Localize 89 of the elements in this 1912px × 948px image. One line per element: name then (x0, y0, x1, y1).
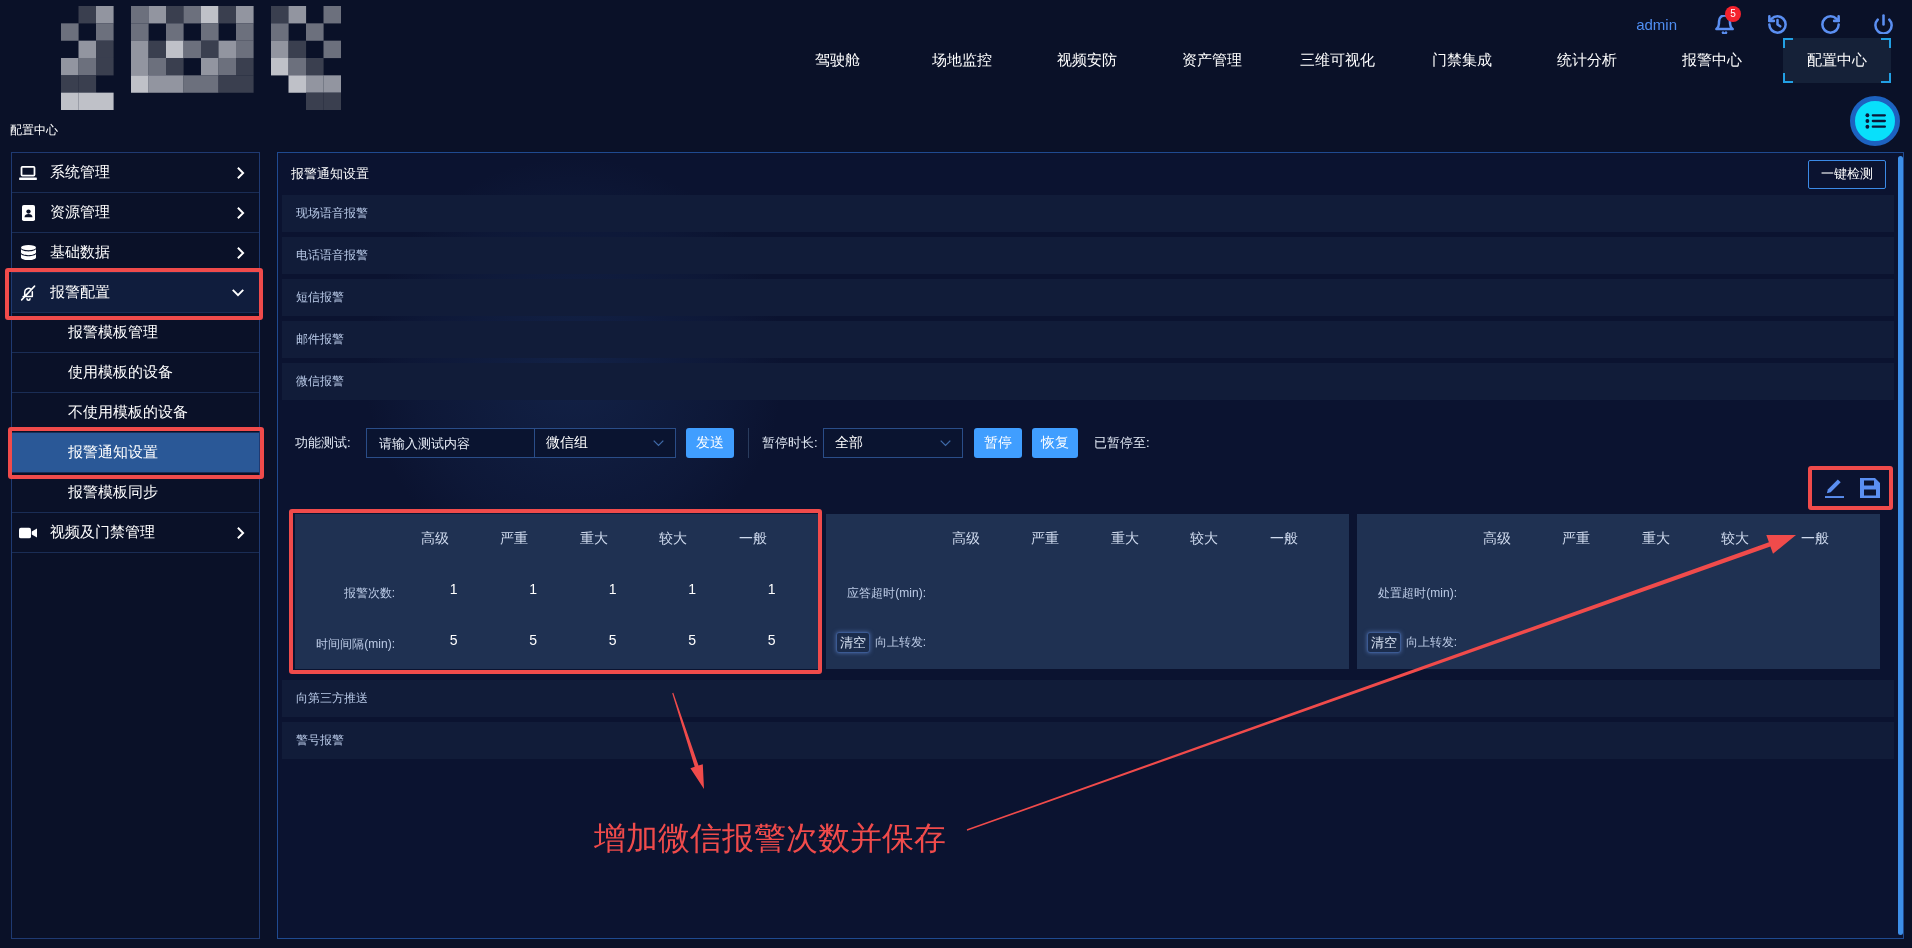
column-header: 重大 (1109, 530, 1140, 548)
row-label: 向上转发: (1405, 634, 1457, 651)
sidebar-subitem[interactable]: 报警通知设置 (12, 433, 259, 473)
nav-tab[interactable]: 场地监控 (908, 38, 1016, 83)
section-header[interactable]: 邮件报警 (282, 321, 1894, 358)
laptop-icon (19, 165, 37, 180)
column-header: 一般 (1268, 530, 1299, 548)
table-cell-text: 1 (687, 581, 698, 597)
row-label: 报警次数: (342, 585, 395, 602)
breadcrumb: 配置中心 (10, 121, 58, 139)
sidebar-item[interactable]: 资源管理 (12, 193, 259, 233)
chevron-right-icon (236, 525, 245, 540)
clear-button[interactable]: 清空 (1366, 632, 1401, 653)
section-header[interactable]: 向第三方推送 (282, 680, 1894, 717)
video-camera-icon (19, 526, 37, 539)
section-header[interactable]: 电话语音报警 (282, 237, 1894, 274)
column-header: 一般 (1799, 530, 1830, 548)
table-cell-text: 1 (766, 581, 777, 597)
clear-button[interactable]: 清空 (835, 632, 870, 653)
test-content-input[interactable]: 请输入测试内容 (366, 428, 535, 458)
field-label: 已暂停至: (1094, 434, 1150, 452)
field-label: 暂停时长: (762, 434, 819, 452)
chevron-down-icon (652, 439, 665, 447)
column-header: 高级 (950, 530, 981, 548)
nav-tab[interactable]: 驾驶舱 (783, 38, 891, 83)
panel-title: 报警通知设置 (291, 165, 369, 183)
power-icon[interactable] (1874, 14, 1893, 34)
column-header: 高级 (1481, 530, 1512, 548)
user-name[interactable]: admin (1636, 15, 1677, 33)
table-cell-text: 1 (528, 581, 539, 597)
floating-menu-button[interactable] (1850, 96, 1900, 146)
nav-tab[interactable]: 三维可视化 (1283, 38, 1391, 83)
section-header[interactable]: 微信报警 (282, 363, 1894, 400)
section-header[interactable]: 短信报警 (282, 279, 1894, 316)
column-header: 一般 (737, 530, 768, 548)
sidebar-subitem[interactable]: 报警模板管理 (12, 313, 259, 353)
edit-icon[interactable] (1825, 478, 1844, 498)
column-header: 较大 (1720, 530, 1751, 548)
section-header[interactable]: 警号报警 (282, 722, 1894, 759)
bell-slash-icon (19, 284, 37, 301)
annotation-note: 增加微信报警次数并保存 (594, 819, 946, 857)
column-header: 严重 (1030, 530, 1061, 548)
table-cell-text: 5 (766, 632, 777, 648)
chevron-down-icon (231, 288, 245, 297)
row-label: 处置超时(min): (1377, 585, 1457, 602)
column-header: 较大 (1189, 530, 1220, 548)
table-cell-text: 1 (607, 581, 618, 597)
history-icon[interactable] (1768, 14, 1787, 34)
nav-tab[interactable]: 视频安防 (1033, 38, 1141, 83)
sidebar-item[interactable]: 视频及门禁管理 (12, 513, 259, 553)
nav-tab[interactable]: 资产管理 (1158, 38, 1266, 83)
save-icon[interactable] (1860, 478, 1880, 498)
column-header: 严重 (499, 530, 530, 548)
refresh-icon[interactable] (1821, 14, 1840, 34)
nav-tab[interactable]: 统计分析 (1533, 38, 1641, 83)
group-select[interactable]: 微信组 (535, 428, 676, 458)
column-header: 重大 (578, 530, 609, 548)
table-cell-text: 1 (448, 581, 459, 597)
table-cell-text: 5 (607, 632, 618, 648)
list-icon (1864, 113, 1886, 129)
column-header: 较大 (658, 530, 689, 548)
nav-tab[interactable]: 门禁集成 (1408, 38, 1516, 83)
nav-tab[interactable]: 报警中心 (1658, 38, 1766, 83)
sidebar-subitem[interactable]: 使用模板的设备 (12, 353, 259, 393)
sidebar-item[interactable]: 报警配置 (12, 273, 259, 313)
row-label: 应答超时(min): (846, 585, 926, 602)
table-cell-text: 5 (528, 632, 539, 648)
check-button[interactable]: 一键检测 (1808, 159, 1886, 189)
notification-badge: 5 (1725, 5, 1741, 22)
duration-select[interactable]: 全部 (823, 428, 963, 458)
chevron-right-icon (236, 245, 245, 260)
chevron-right-icon (236, 205, 245, 220)
scrollbar[interactable] (1898, 156, 1903, 935)
database-icon (20, 245, 36, 260)
table-cell-text: 5 (687, 632, 698, 648)
column-header: 严重 (1561, 530, 1592, 548)
chevron-down-icon (939, 439, 952, 447)
row-label: 向上转发: (874, 634, 926, 651)
nav-tab[interactable]: 配置中心 (1783, 38, 1891, 83)
row-label: 时间间隔(min): (315, 636, 395, 653)
contact-card-icon (21, 204, 35, 221)
sidebar-item[interactable]: 系统管理 (12, 153, 259, 193)
field-label: 功能测试: (295, 434, 352, 452)
sidebar-subitem[interactable]: 报警模板同步 (12, 473, 259, 513)
table-cell-text: 5 (448, 632, 459, 648)
chevron-right-icon (236, 165, 245, 180)
column-header: 重大 (1640, 530, 1671, 548)
section-header[interactable]: 现场语音报警 (282, 195, 1894, 232)
column-header: 高级 (419, 530, 450, 548)
